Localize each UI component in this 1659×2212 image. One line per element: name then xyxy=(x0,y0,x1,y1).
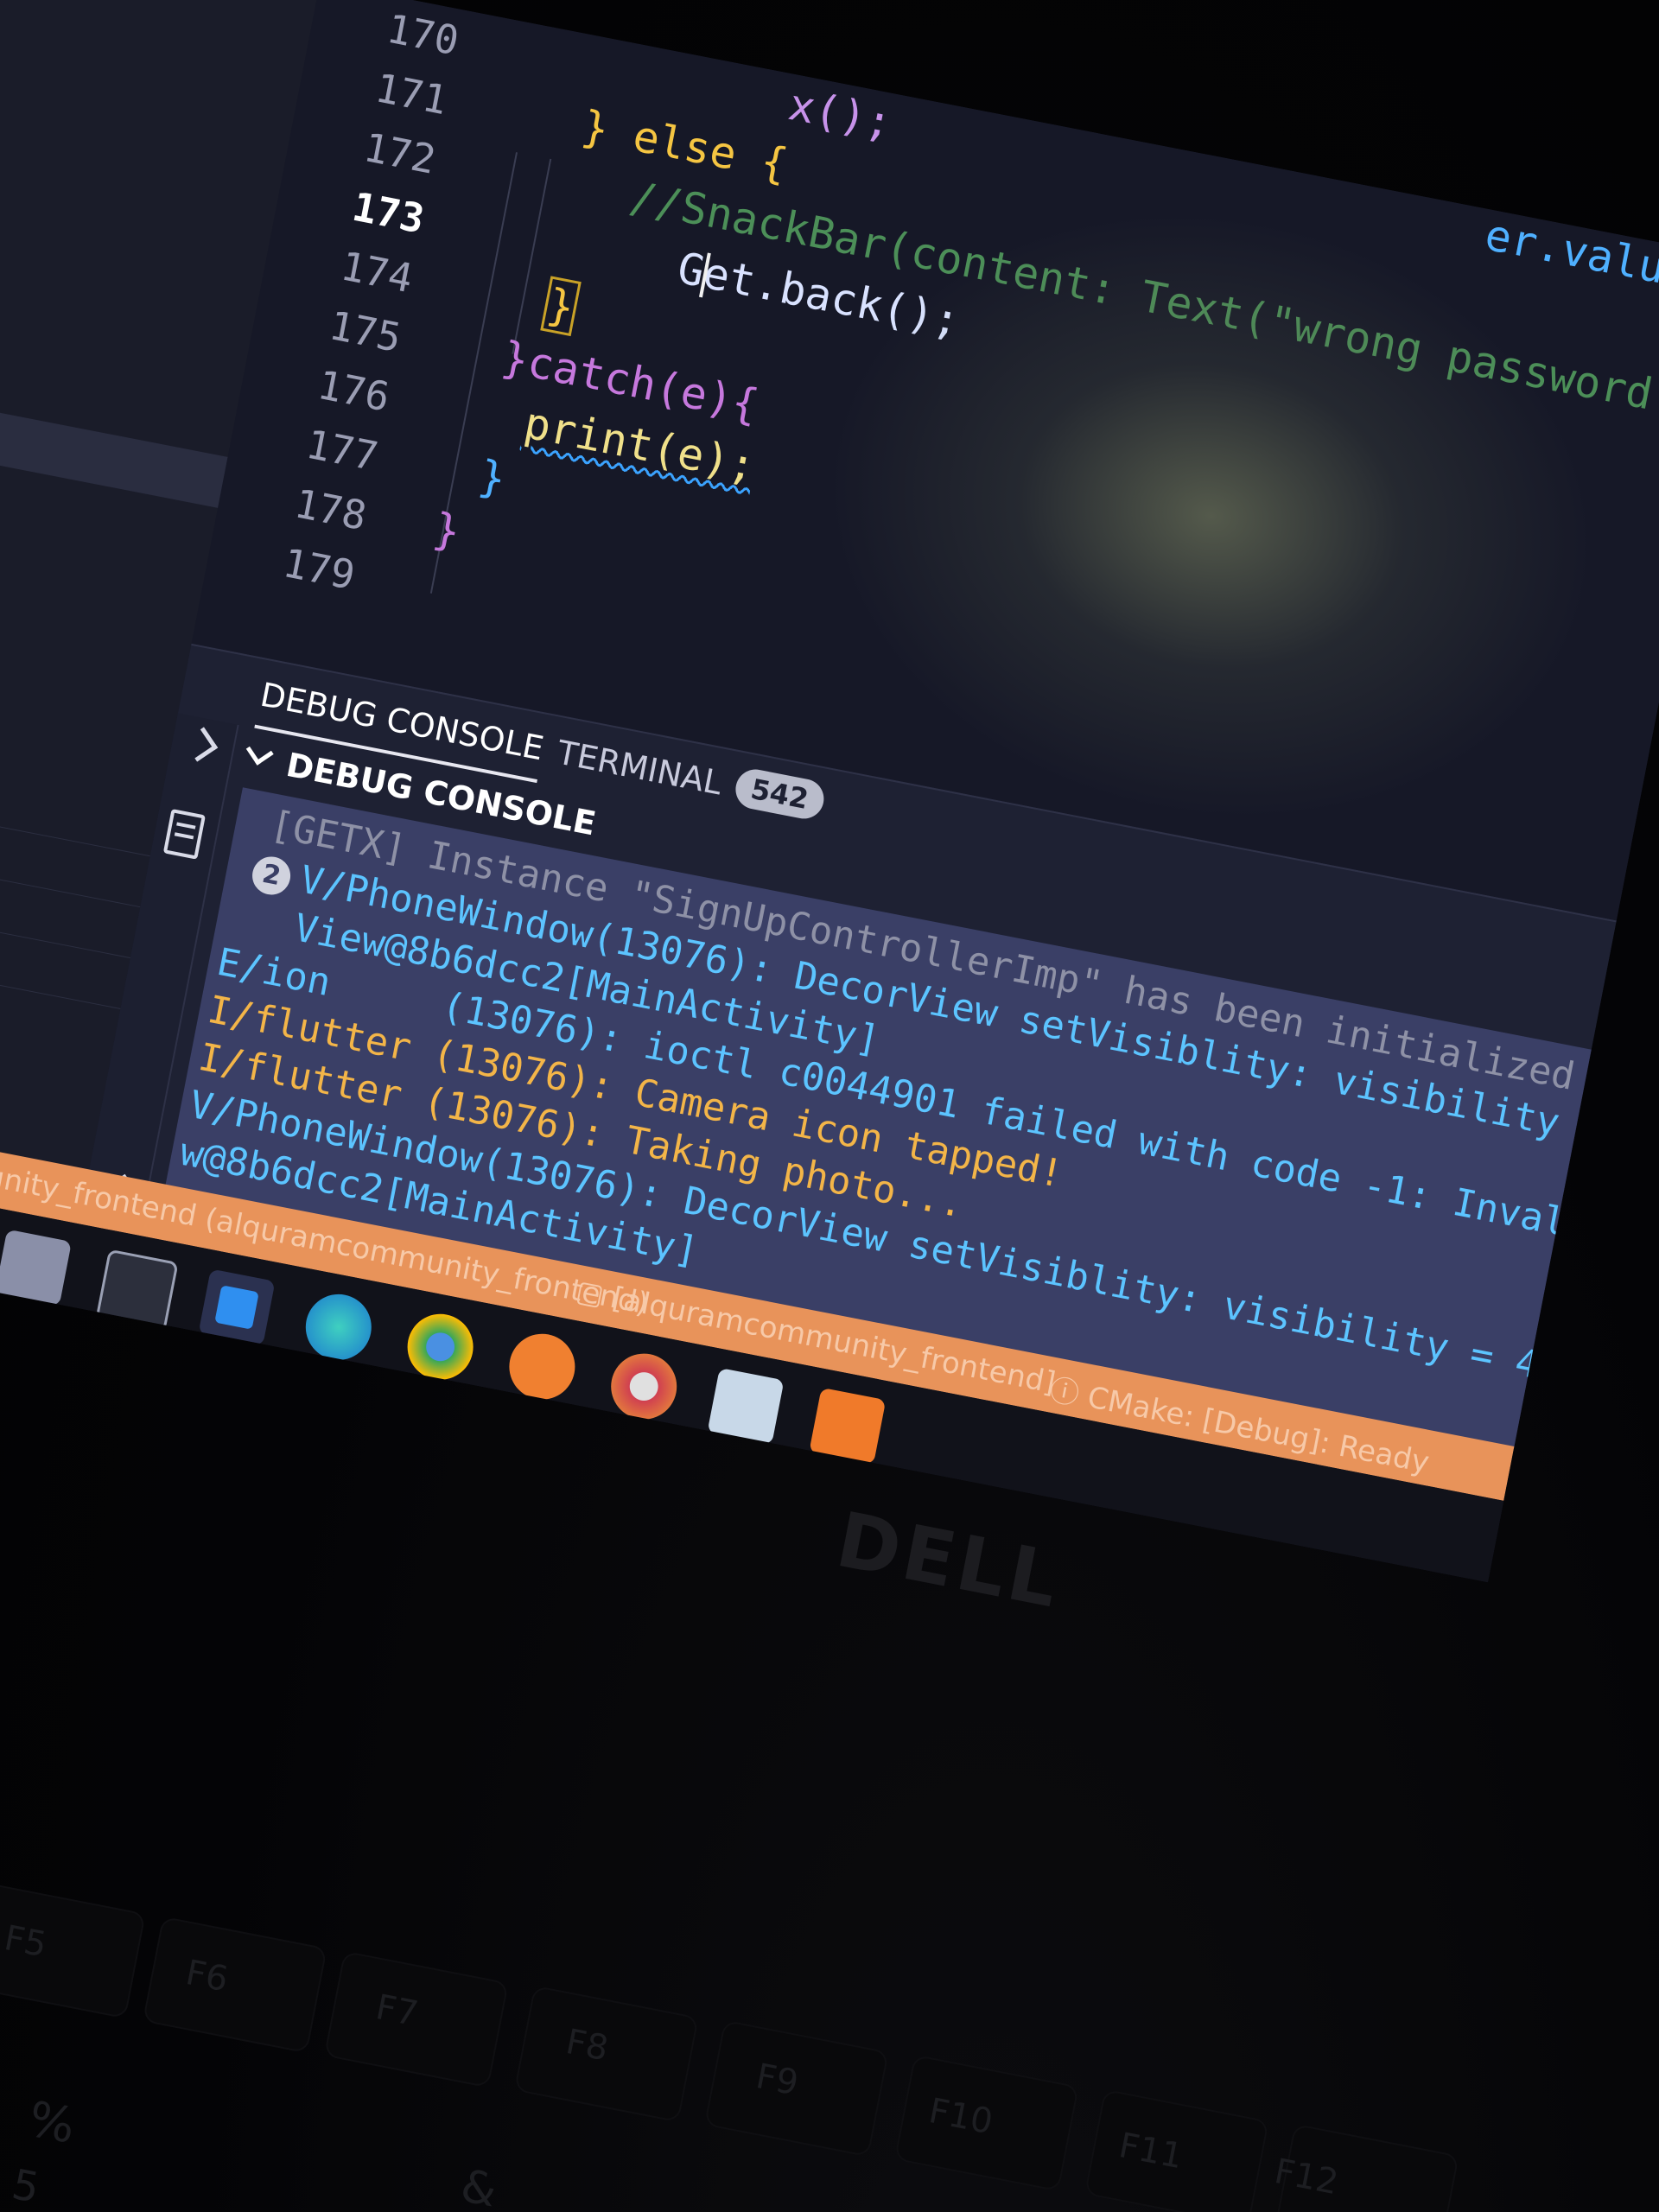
explorer-active-row[interactable] xyxy=(0,371,228,508)
repeat-count-badge: 2 xyxy=(249,853,294,899)
line-number: 178 xyxy=(290,480,371,540)
brand-logo: DELL xyxy=(830,1495,1069,1625)
code-line-178[interactable]: } xyxy=(429,504,465,558)
code-line-171[interactable]: } else { xyxy=(578,101,791,190)
code-fragment: er.value=use xyxy=(1481,209,1659,319)
code-line-170[interactable]: x(); xyxy=(785,79,896,149)
vscode-glyph xyxy=(214,1285,259,1330)
key-label-f8: F8 xyxy=(563,2022,612,2069)
code-line-177[interactable]: } xyxy=(474,450,510,505)
chevron-right-icon[interactable] xyxy=(182,727,219,762)
laptop-screen: art els 170 171 172 173 174 175 176 177 … xyxy=(0,0,1659,1583)
line-number: 179 xyxy=(279,539,359,599)
key-label-5: 5 xyxy=(8,2160,43,2212)
key-label-percent: % xyxy=(23,2091,80,2155)
code-token: } xyxy=(474,450,511,505)
key-label-ampersand: & xyxy=(456,2160,501,2212)
line-number: 175 xyxy=(325,302,405,362)
line-number: 171 xyxy=(372,64,452,124)
photo-scene: art els 170 171 172 173 174 175 176 177 … xyxy=(0,0,1659,2212)
stylus-icon[interactable] xyxy=(503,1328,581,1406)
divider xyxy=(0,871,131,959)
code-token: } xyxy=(429,503,465,558)
line-number: 176 xyxy=(314,360,394,421)
terminal-count-badge: 542 xyxy=(732,766,828,823)
vscode-icon[interactable] xyxy=(198,1268,276,1346)
folder-icon: ▢ xyxy=(573,1273,616,1315)
code-token: } xyxy=(539,276,582,336)
code-token: x(); xyxy=(784,79,897,149)
terminal-icon[interactable] xyxy=(95,1249,179,1332)
tab-terminal[interactable]: TERMINAL xyxy=(554,733,725,802)
chrome-icon[interactable] xyxy=(402,1308,480,1386)
line-number: 177 xyxy=(302,420,382,480)
info-icon: ⓘ xyxy=(1046,1372,1091,1414)
line-number: 170 xyxy=(383,4,463,65)
code-token: } else { xyxy=(577,100,792,190)
line-number: 174 xyxy=(337,242,416,302)
key-label-f6: F6 xyxy=(182,1953,232,2000)
key-f6[interactable] xyxy=(144,1918,326,2052)
clipboard-icon[interactable] xyxy=(162,809,206,860)
divider xyxy=(0,820,141,908)
line-number-current: 173 xyxy=(348,182,429,243)
key-label-f9: F9 xyxy=(753,2056,802,2104)
notes-icon[interactable] xyxy=(707,1367,785,1446)
app-list-icon[interactable] xyxy=(0,1229,72,1306)
edge-icon[interactable] xyxy=(300,1288,378,1366)
key-label-f5: F5 xyxy=(1,1918,50,1966)
chrome-canary-icon[interactable] xyxy=(605,1348,683,1426)
xampp-icon[interactable] xyxy=(809,1387,887,1465)
key-label-f7: F7 xyxy=(372,1987,422,2035)
chevron-down-icon xyxy=(245,737,274,766)
divider xyxy=(0,770,150,857)
code-line-174[interactable]: } xyxy=(539,276,582,336)
line-number: 172 xyxy=(359,124,440,183)
